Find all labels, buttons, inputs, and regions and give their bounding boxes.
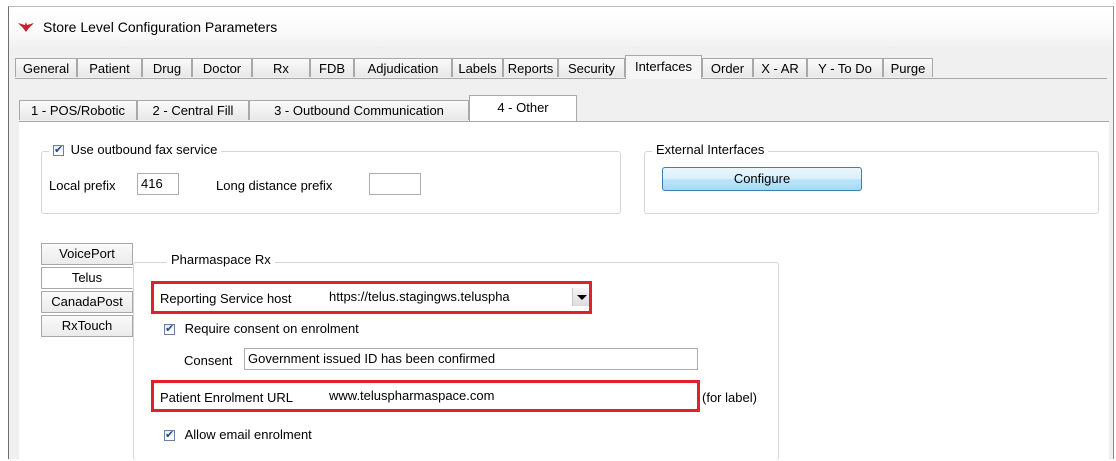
title-bar: Store Level Configuration Parameters	[9, 7, 1113, 47]
configure-button[interactable]: Configure	[662, 167, 862, 191]
subtab-3-outbound-communication[interactable]: 3 - Outbound Communication	[249, 100, 469, 120]
outbound-fax-checkbox[interactable]	[53, 143, 64, 157]
tab-adjudication[interactable]: Adjudication	[354, 58, 452, 77]
side-tab-voiceport[interactable]: VoicePort	[41, 243, 133, 265]
long-distance-prefix-input[interactable]	[369, 173, 421, 195]
require-consent-row: Require consent on enrolment	[164, 321, 359, 336]
tab-purge[interactable]: Purge	[883, 58, 933, 77]
email-enrolment-row: Allow email enrolment	[164, 427, 312, 442]
subtab-4-other[interactable]: 4 - Other	[469, 95, 577, 121]
other-tab-content: Use outbound fax service Local prefix 41…	[19, 122, 1109, 460]
external-interfaces-legend: External Interfaces	[652, 142, 769, 157]
tab-fdb[interactable]: FDB	[310, 58, 354, 77]
window-title: Store Level Configuration Parameters	[43, 19, 278, 35]
tab-reports[interactable]: Reports	[503, 58, 558, 77]
tab-security[interactable]: Security	[558, 58, 625, 77]
tab-order[interactable]: Order	[702, 58, 753, 77]
require-consent-label: Require consent on enrolment	[184, 321, 359, 336]
local-prefix-label: Local prefix	[49, 178, 116, 193]
tab-patient[interactable]: Patient	[77, 58, 142, 77]
outbound-fax-label: Use outbound fax service	[70, 142, 218, 157]
local-prefix-input[interactable]: 416	[137, 173, 179, 195]
email-enrolment-label: Allow email enrolment	[184, 427, 312, 442]
side-tab-telus[interactable]: Telus	[41, 267, 133, 289]
config-window: Store Level Configuration Parameters Gen…	[8, 6, 1114, 460]
highlight-reporting-host	[151, 281, 592, 314]
main-tab-divider	[15, 78, 1107, 79]
long-distance-prefix-label: Long distance prefix	[216, 178, 333, 193]
tab-drug[interactable]: Drug	[142, 58, 192, 77]
subtab-2-central-fill[interactable]: 2 - Central Fill	[137, 100, 249, 120]
require-consent-checkbox[interactable]	[164, 322, 175, 336]
consent-label: Consent	[184, 353, 233, 368]
consent-input[interactable]: Government issued ID has been confirmed	[244, 348, 698, 370]
tab-interfaces[interactable]: Interfaces	[625, 55, 702, 79]
side-tab-rxtouch[interactable]: RxTouch	[41, 315, 133, 337]
email-enrolment-checkbox[interactable]	[164, 428, 175, 442]
tab-rx[interactable]: Rx	[252, 58, 310, 77]
fax-legend: Use outbound fax service	[49, 142, 222, 157]
tab-general[interactable]: General	[15, 58, 77, 77]
tab-doctor[interactable]: Doctor	[192, 58, 252, 77]
pharmaspace-legend: Pharmaspace Rx	[167, 252, 275, 267]
for-label-note: (for label)	[702, 390, 757, 405]
highlight-enrolment-url	[151, 380, 700, 412]
tab-y-to-do[interactable]: Y - To Do	[807, 58, 883, 77]
tab-x-ar[interactable]: X - AR	[753, 58, 807, 77]
side-tab-canadapost[interactable]: CanadaPost	[41, 291, 133, 313]
app-logo-icon	[17, 21, 35, 36]
subtab-1-pos-robotic[interactable]: 1 - POS/Robotic	[19, 100, 137, 120]
tab-labels[interactable]: Labels	[452, 58, 503, 77]
